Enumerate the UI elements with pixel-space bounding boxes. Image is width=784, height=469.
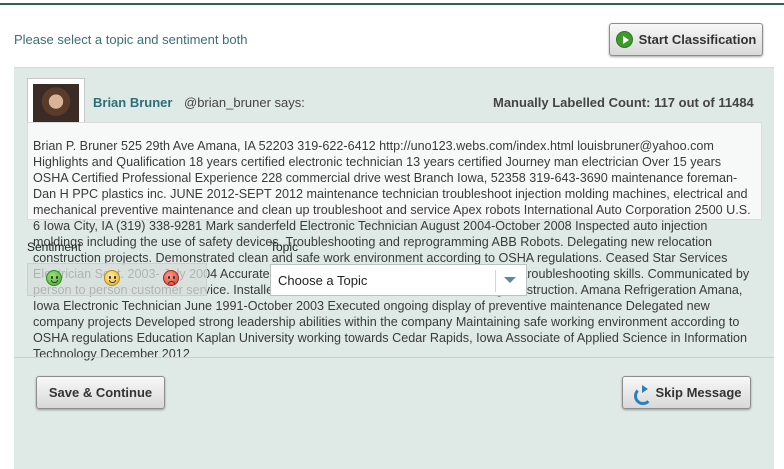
chevron-down-icon[interactable] <box>504 277 516 283</box>
start-classification-button[interactable]: Start Classification <box>609 23 763 56</box>
start-classification-label: Start Classification <box>638 32 757 47</box>
smiley-positive-icon[interactable] <box>46 270 62 286</box>
dropdown-divider <box>495 270 496 292</box>
play-icon <box>615 31 633 48</box>
skip-arrow-icon <box>632 384 652 405</box>
sentiment-label: Sentiment <box>27 240 82 254</box>
user-name[interactable]: Brian Bruner <box>93 95 172 110</box>
save-continue-button[interactable]: Save & Continue <box>36 376 165 409</box>
smiley-neutral-icon[interactable] <box>104 270 120 286</box>
instruction-text: Please select a topic and sentiment both <box>14 32 248 47</box>
skip-message-button[interactable]: Skip Message <box>622 376 751 409</box>
labelled-count: Manually Labelled Count: 117 out of 1148… <box>493 95 754 110</box>
footer-divider <box>14 357 774 358</box>
topic-dropdown-value[interactable]: Choose a Topic <box>278 273 367 288</box>
message-text: Brian P. Bruner 525 29th Ave Amana, IA 5… <box>33 139 751 361</box>
top-divider <box>0 3 784 5</box>
topic-label: Topic <box>270 240 299 254</box>
user-handle: @brian_bruner says: <box>184 95 305 110</box>
smiley-negative-icon[interactable] <box>163 270 179 286</box>
skip-message-label: Skip Message <box>655 385 742 400</box>
